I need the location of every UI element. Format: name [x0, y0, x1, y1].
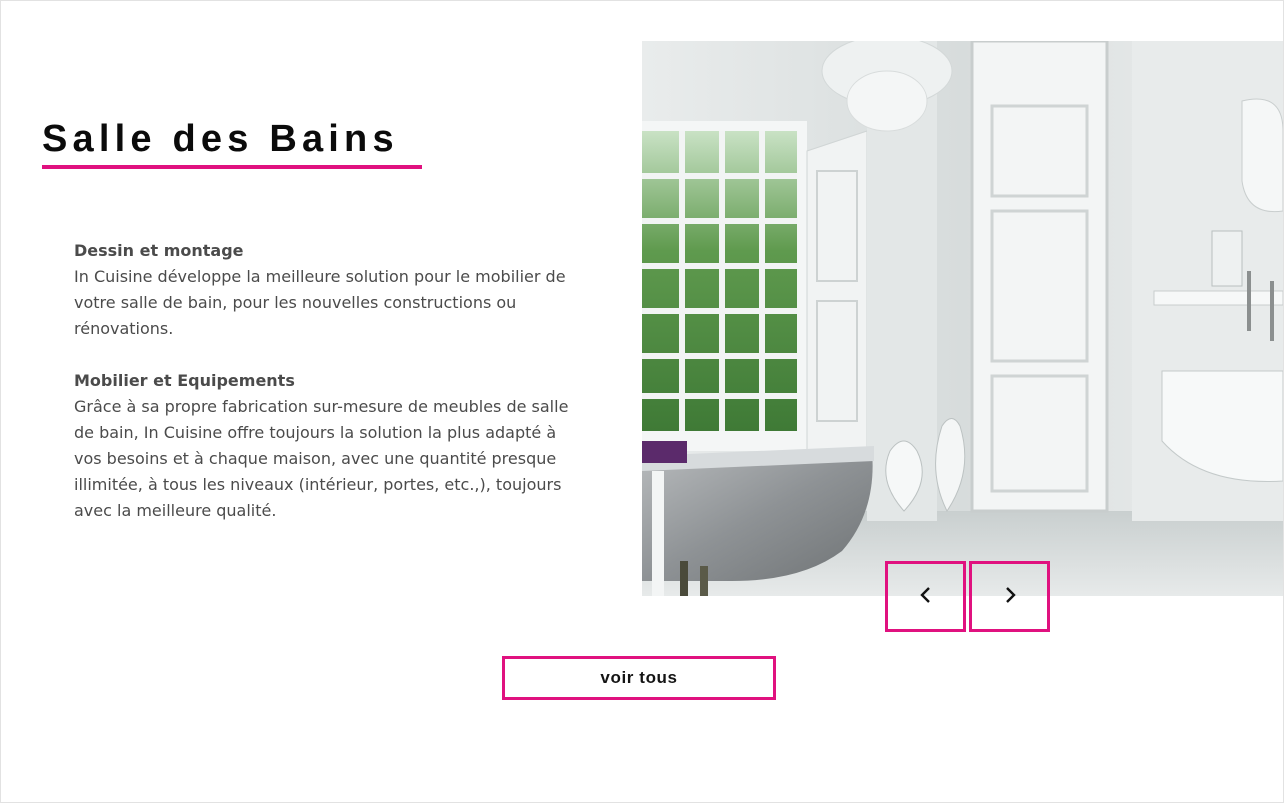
block-heading: Dessin et montage: [74, 241, 244, 260]
carousel-next-button[interactable]: [969, 561, 1050, 632]
voir-tous-button[interactable]: voir tous: [502, 656, 776, 700]
block-heading: Mobilier et Equipements: [74, 371, 295, 390]
section-content: Dessin et montage In Cuisine développe l…: [74, 238, 574, 550]
content-block-furniture: Mobilier et Equipements Grâce à sa propr…: [74, 368, 574, 524]
chevron-right-icon: [1003, 586, 1017, 607]
bathroom-photo: [642, 41, 1283, 596]
chevron-left-icon: [919, 586, 933, 607]
block-text: Grâce à sa propre fabrication sur-mesure…: [74, 397, 569, 520]
section-title: Salle des Bains: [42, 118, 399, 160]
carousel-prev-button[interactable]: [885, 561, 966, 632]
content-block-design: Dessin et montage In Cuisine développe l…: [74, 238, 574, 342]
title-underline: [42, 165, 422, 169]
block-text: In Cuisine développe la meilleure soluti…: [74, 267, 566, 338]
